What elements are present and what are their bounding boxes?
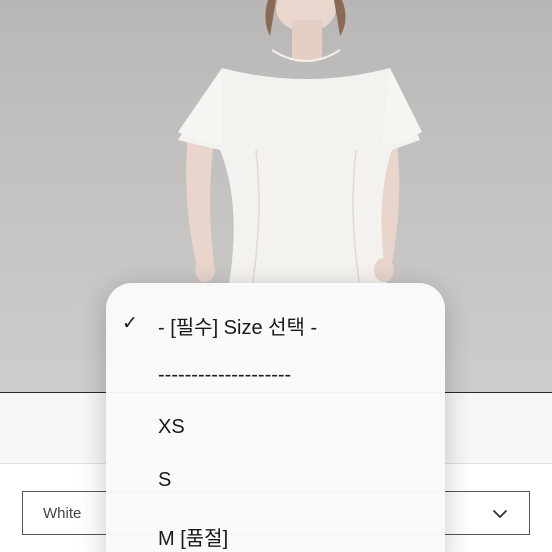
option-size-placeholder[interactable]: - [필수] Size 선택 - xyxy=(158,311,317,340)
color-select-value: White xyxy=(43,505,82,522)
option-size-xs[interactable]: XS xyxy=(158,416,185,439)
option-separator[interactable]: -------------------- xyxy=(158,364,291,387)
product-option-page: White ✓ - [필수] Size 선택 - ---------------… xyxy=(0,0,552,552)
size-dropdown-menu: ✓ - [필수] Size 선택 - -------------------- … xyxy=(106,283,445,552)
option-size-m[interactable]: M [품절] xyxy=(158,522,228,551)
chevron-down-icon xyxy=(493,510,507,518)
checkmark-icon: ✓ xyxy=(122,313,138,334)
option-size-s[interactable]: S xyxy=(158,469,171,492)
